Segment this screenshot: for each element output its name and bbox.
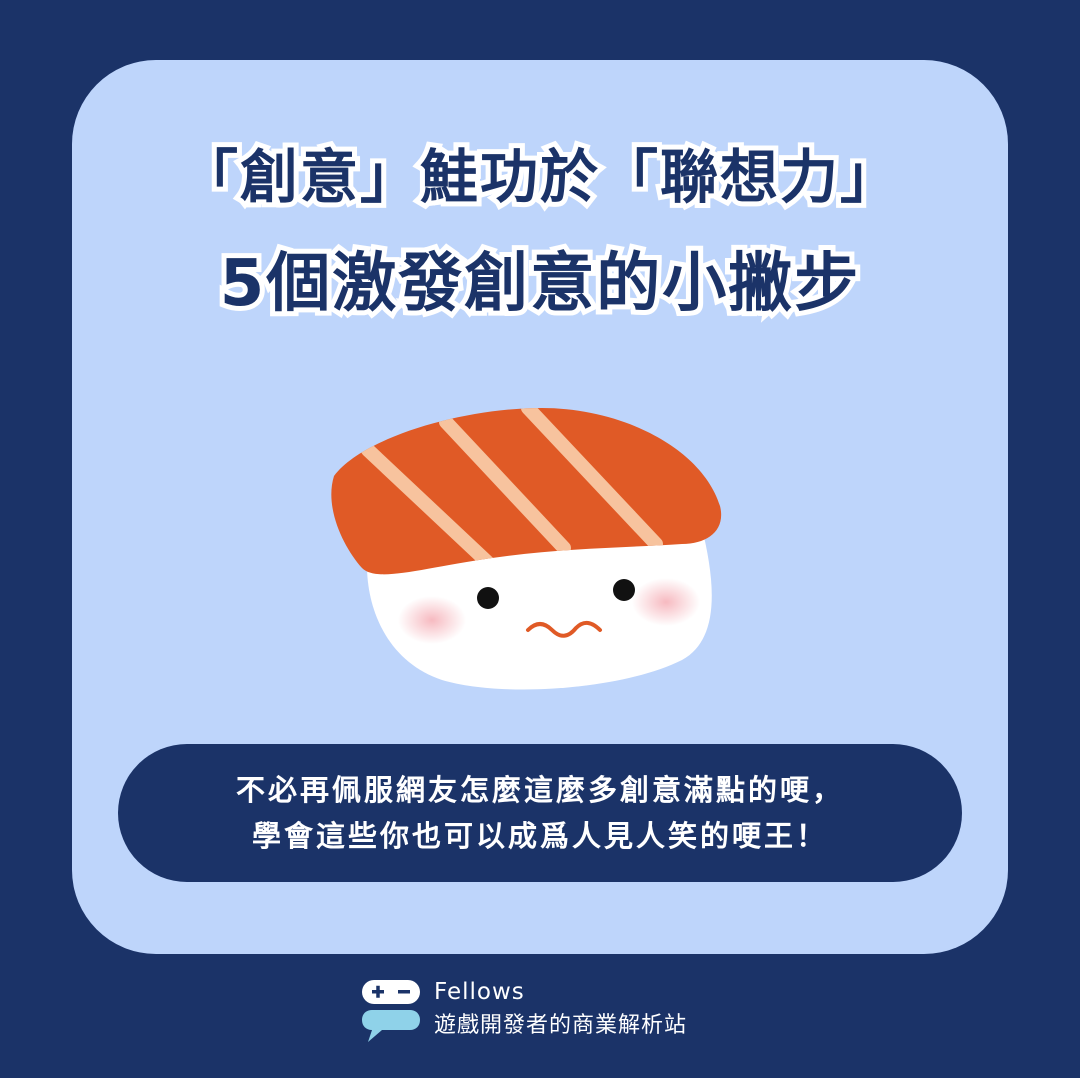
headline-line-2: 5個激發創意的小撇步 — [215, 247, 864, 321]
brand-tagline: 遊戲開發者的商業解析站 — [434, 1013, 688, 1038]
caption-line-1: 不必再佩服網友怎麼這麼多創意滿點的哽， — [235, 773, 844, 807]
salmon-sushi-character-icon — [331, 408, 722, 690]
brand-name: Fellows — [434, 979, 525, 1005]
gamepad-chat-bubble-icon — [362, 980, 420, 1042]
caption-line-2: 學會這些你也可以成爲人見人笑的哽王！ — [251, 819, 828, 853]
headline-line-1: 「創意」鮭功於「聯想力」 — [175, 143, 903, 211]
left-eye — [477, 587, 499, 609]
brand-footer: Fellows 遊戲開發者的商業解析站 — [360, 978, 740, 1048]
right-cheek — [632, 578, 700, 626]
left-cheek — [398, 596, 466, 644]
right-eye — [613, 579, 635, 601]
caption-pill: 不必再佩服網友怎麼這麼多創意滿點的哽， 學會這些你也可以成爲人見人笑的哽王！ — [118, 744, 962, 882]
